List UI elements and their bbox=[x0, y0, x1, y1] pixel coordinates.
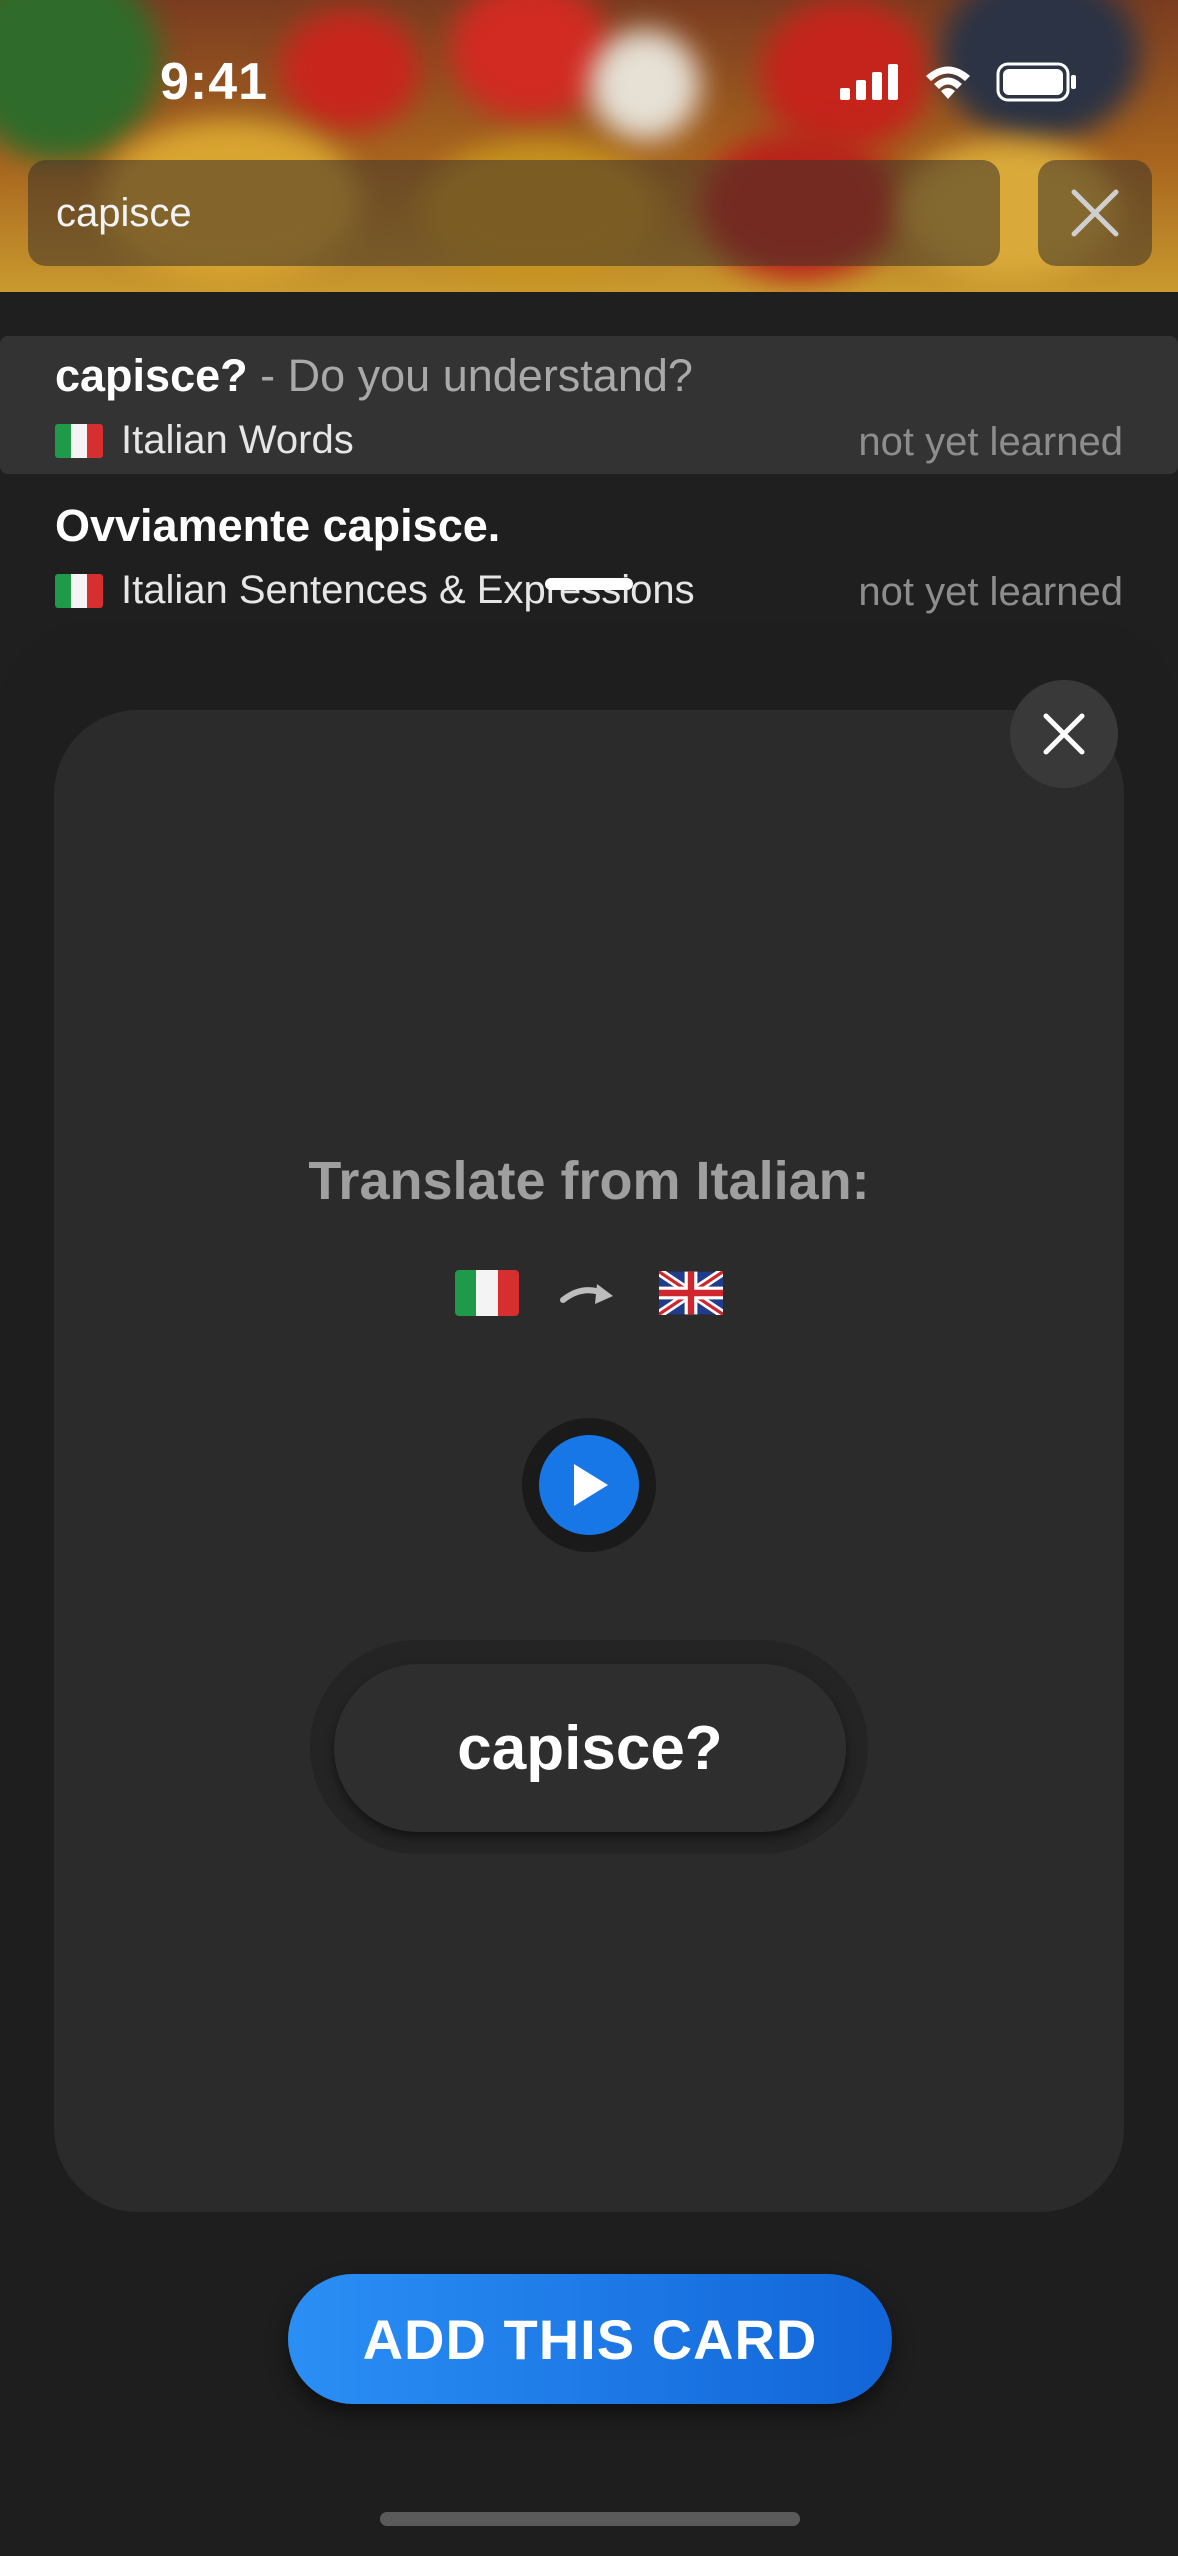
signal-icon bbox=[840, 64, 898, 100]
language-direction bbox=[0, 1270, 1178, 1316]
play-icon bbox=[574, 1464, 608, 1506]
add-card-button[interactable]: ADD THIS CARD bbox=[288, 2274, 892, 2404]
search-input[interactable] bbox=[54, 189, 958, 237]
wifi-icon bbox=[926, 66, 970, 99]
uk-flag-icon bbox=[659, 1271, 723, 1315]
result-separator: - bbox=[247, 350, 288, 401]
status-time: 9:41 bbox=[160, 53, 269, 111]
card-prompt: Translate from Italian: bbox=[308, 1151, 870, 1211]
play-audio-button[interactable] bbox=[522, 1418, 656, 1552]
result-deck: Italian Words bbox=[121, 418, 354, 462]
italy-flag-icon bbox=[55, 573, 103, 608]
arrow-right-icon bbox=[560, 1284, 613, 1304]
close-icon bbox=[1071, 189, 1119, 237]
italy-flag-icon bbox=[55, 423, 103, 458]
result-title: capisce? bbox=[55, 350, 248, 401]
status-icons bbox=[840, 62, 1078, 102]
card-word[interactable]: capisce? bbox=[334, 1664, 846, 1832]
result-status: not yet learned bbox=[858, 570, 1123, 614]
sheet-grabber[interactable] bbox=[545, 578, 633, 590]
battery-icon bbox=[996, 62, 1076, 102]
result-title: Ovviamente capisce. bbox=[55, 500, 501, 551]
list-item[interactable]: Ovviamente capisce. Italian Sentences & … bbox=[0, 486, 1178, 624]
result-status: not yet learned bbox=[858, 420, 1123, 464]
search-field[interactable] bbox=[28, 160, 1000, 266]
clear-search-button[interactable] bbox=[1038, 160, 1152, 266]
home-indicator bbox=[380, 2512, 800, 2526]
list-item[interactable]: capisce? - Do you understand? Italian Wo… bbox=[0, 336, 1178, 474]
italy-flag-icon bbox=[455, 1270, 519, 1316]
result-translation: Do you understand? bbox=[287, 350, 693, 401]
result-deck: Italian Sentences & Expressions bbox=[121, 568, 695, 612]
close-icon bbox=[1043, 713, 1085, 755]
close-card-button[interactable] bbox=[1010, 680, 1118, 788]
